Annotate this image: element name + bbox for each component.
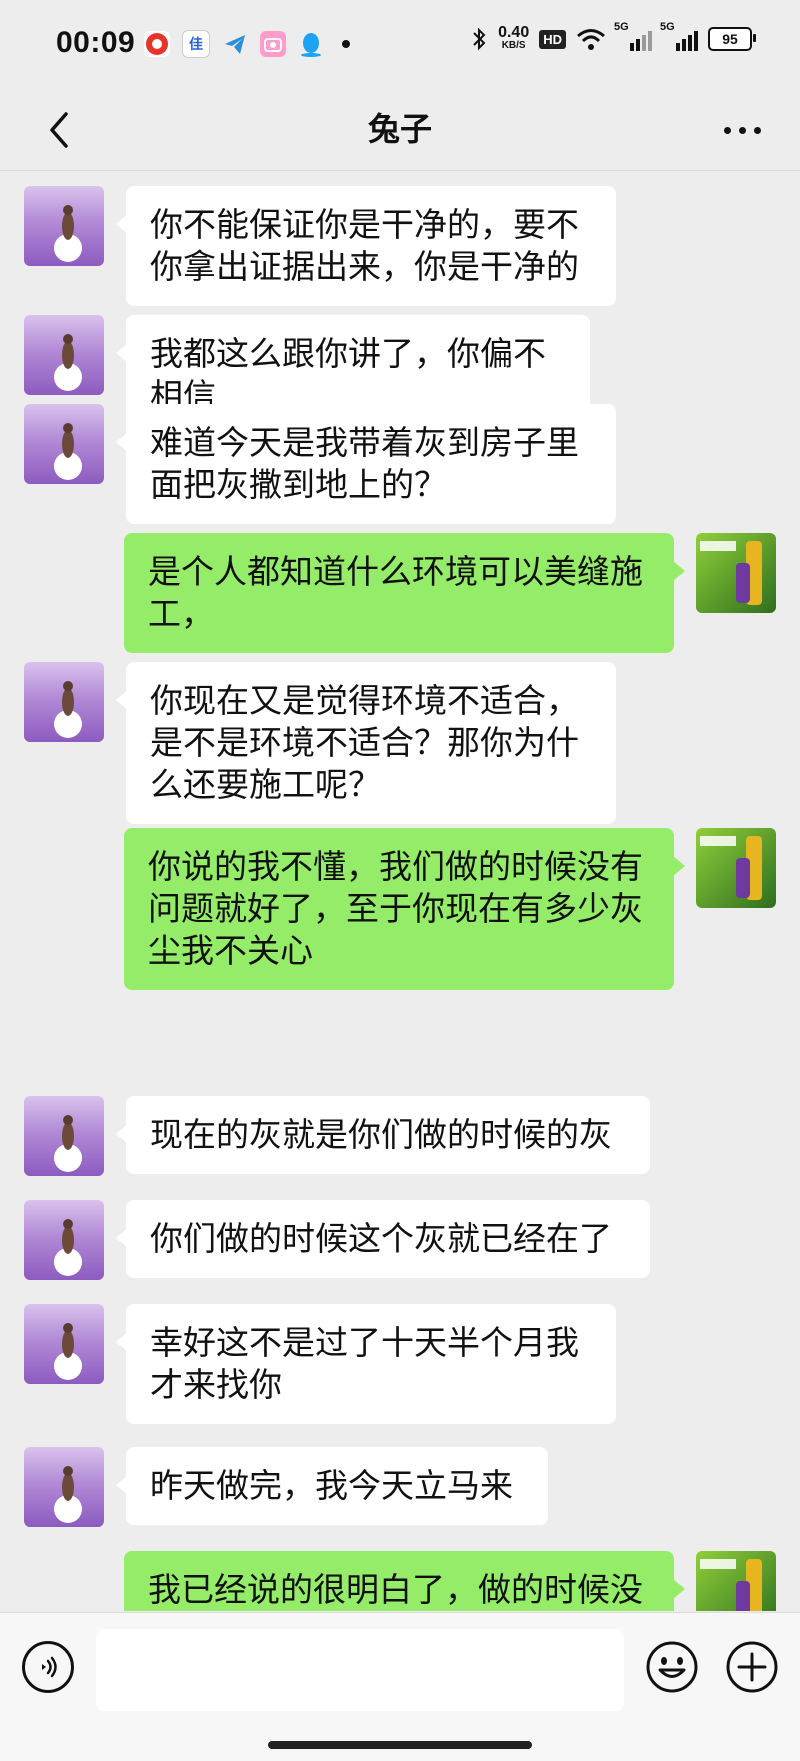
contact-avatar[interactable] [24,186,104,266]
battery-icon: 95 [708,27,756,51]
emoji-button[interactable] [644,1639,700,1695]
clock: 00:09 [56,26,136,59]
camera-app-icon [260,31,286,57]
status-bar: 00:09 佳 0.40 KB/S HD 5G 5G 95 [0,0,800,92]
message-list[interactable]: 你不能保证你是干净的，要不你拿出证据出来，你是干净的 我都这么跟你讲了，你偏不相… [0,171,800,1611]
self-avatar[interactable] [696,828,776,908]
home-indicator[interactable] [268,1741,532,1749]
chat-header: 兔子 [0,92,800,171]
signal2-label: 5G [660,21,675,33]
system-icons: 0.40 KB/S HD 5G 5G 95 [470,21,756,52]
qq-icon [298,31,324,57]
video-app-icon [144,31,170,57]
chat-title: 兔子 [367,110,432,148]
voice-input-icon [42,1656,57,1678]
message-bubble[interactable]: 你现在又是觉得环境不适合，是不是环境不适合？那你为什么还要施工呢？ [116,662,616,824]
net-speed-unit: KB/S [501,40,526,51]
more-notifications-dot [342,40,350,48]
notification-icons: 佳 [144,30,350,58]
contact-avatar[interactable] [24,1447,104,1527]
message-input[interactable] [96,1629,624,1711]
message-bubble[interactable]: 昨天做完，我今天立马来 [116,1447,548,1525]
hd-voice-badge: HD [539,29,566,49]
signal1-label: 5G [614,21,629,33]
contact-avatar[interactable] [24,662,104,742]
message-bubble[interactable]: 是个人都知道什么环境可以美缝施工， [124,533,685,653]
message-bubble[interactable]: 难道今天是我带着灰到房子里面把灰撒到地上的？ [116,404,616,524]
battery-level: 95 [722,31,738,47]
emoji-icon [646,1641,698,1693]
notes-app-icon-text: 佳 [189,37,203,53]
notes-app-icon: 佳 [182,30,210,58]
signal-strength-icon-2: 5G [660,21,698,51]
plus-button[interactable] [724,1639,780,1695]
message-bubble[interactable]: 你说的我不懂，我们做的时候没有问题就好了，至于你现在有多少灰尘我不关心 [124,828,685,990]
self-avatar[interactable] [696,533,776,613]
bluetooth-icon [473,27,486,51]
message-bubble[interactable]: 你们做的时候这个灰就已经在了 [116,1200,650,1278]
more-dots-icon [723,126,731,134]
message-bubble[interactable]: 我已经说的很明白了，做的时候没 [124,1551,685,1611]
message-bubble[interactable]: 你不能保证你是干净的，要不你拿出证据出来，你是干净的 [116,186,616,306]
telegram-icon [222,31,248,57]
input-bar [0,1612,800,1761]
self-avatar[interactable] [696,1551,776,1611]
contact-avatar[interactable] [24,404,104,484]
contact-avatar[interactable] [24,315,104,395]
contact-avatar[interactable] [24,1200,104,1280]
message-bubble[interactable]: 现在的灰就是你们做的时候的灰 [116,1096,650,1174]
wifi-icon [577,29,605,50]
signal-strength-icon: 5G [614,21,652,51]
more-options-button[interactable] [714,104,770,156]
plus-icon [726,1641,778,1693]
net-speed: 0.40 KB/S [498,24,530,52]
contact-avatar[interactable] [24,1304,104,1384]
net-speed-value: 0.40 [498,24,530,41]
contact-avatar[interactable] [24,1096,104,1176]
voice-button[interactable] [22,1641,74,1693]
message-bubble[interactable]: 幸好这不是过了十天半个月我才来找你 [116,1304,616,1424]
